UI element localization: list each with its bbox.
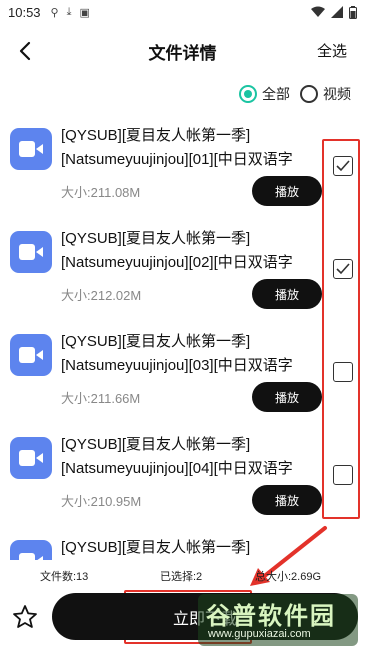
select-all-button[interactable]: 全选 — [317, 40, 347, 61]
video-file-icon — [10, 437, 52, 479]
filter-video-radio[interactable] — [300, 85, 318, 103]
file-name[interactable]: [QYSUB][夏目友人帐第一季] — [61, 536, 316, 560]
file-item-3: [QYSUB][夏目友人帐第一季] [Natsumeyuujinjou][03]… — [0, 326, 365, 426]
app-notification-icon: ▣ — [79, 6, 90, 19]
play-button[interactable]: 播放 — [252, 176, 322, 206]
file-name-line1: [QYSUB][夏目友人帐第一季] — [61, 230, 251, 247]
download-status-icon: ⤓ — [66, 5, 72, 18]
status-time: 10:53 — [8, 4, 41, 20]
video-camera-icon — [19, 141, 43, 157]
file-name[interactable]: [QYSUB][夏目友人帐第一季] [Natsumeyuujinjou][01]… — [61, 124, 316, 172]
file-size: 大小:211.08M — [61, 185, 141, 200]
favorite-button[interactable] — [10, 602, 40, 632]
file-item-5: [QYSUB][夏目友人帐第一季] — [0, 532, 365, 560]
selected-count: 已选择:2 — [160, 571, 203, 583]
video-camera-icon — [19, 347, 43, 363]
file-size: 大小:212.02M — [61, 288, 142, 303]
watermark-logo: 谷普软件园 www.gupuxiazai.com — [198, 594, 358, 646]
star-icon — [13, 605, 37, 628]
play-button[interactable]: 播放 — [252, 382, 322, 412]
file-name-line2: [Natsumeyuujinjou][03][中日双语字 — [61, 357, 293, 374]
video-file-icon — [10, 128, 52, 170]
filter-video-option[interactable]: 视频 — [300, 84, 351, 104]
wifi-icon — [311, 6, 325, 17]
usb-icon: ⚲ — [50, 6, 59, 19]
page-title: 文件详情 — [148, 44, 217, 63]
file-name-line1: [QYSUB][夏目友人帐第一季] — [61, 539, 251, 556]
filter-all-radio[interactable] — [239, 85, 257, 103]
file-item-2: [QYSUB][夏目友人帐第一季] [Natsumeyuujinjou][02]… — [0, 223, 365, 323]
file-size: 大小:211.66M — [61, 391, 141, 406]
file-item-4: [QYSUB][夏目友人帐第一季] [Natsumeyuujinjou][04]… — [0, 429, 365, 529]
video-file-icon — [10, 540, 52, 560]
file-name-line1: [QYSUB][夏目友人帐第一季] — [61, 127, 251, 144]
video-camera-icon — [19, 244, 43, 260]
file-name-line2: [Natsumeyuujinjou][01][中日双语字 — [61, 151, 293, 168]
video-camera-icon — [19, 553, 43, 560]
file-item-1: [QYSUB][夏目友人帐第一季] [Natsumeyuujinjou][01]… — [0, 120, 365, 220]
file-name-line1: [QYSUB][夏目友人帐第一季] — [61, 333, 251, 350]
file-count: 文件数:13 — [40, 571, 89, 583]
battery-icon — [349, 5, 357, 19]
system-icons — [311, 5, 357, 19]
filter-all-option[interactable]: 全部 — [239, 84, 290, 104]
play-button[interactable]: 播放 — [252, 279, 322, 309]
file-name[interactable]: [QYSUB][夏目友人帐第一季] [Natsumeyuujinjou][03]… — [61, 330, 316, 378]
file-name-line2: [Natsumeyuujinjou][02][中日双语字 — [61, 254, 293, 271]
watermark-text: 谷普软件园 — [206, 603, 336, 630]
video-file-icon — [10, 231, 52, 273]
selection-stats: 文件数:13 已选择:2 总大小:2.69G — [0, 566, 365, 586]
filter-all-label: 全部 — [262, 86, 290, 102]
video-camera-icon — [19, 450, 43, 466]
title-bar: 文件详情 全选 — [0, 28, 365, 72]
file-name-line2: [Natsumeyuujinjou][04][中日双语字 — [61, 460, 293, 477]
file-name-line1: [QYSUB][夏目友人帐第一季] — [61, 436, 251, 453]
total-size: 总大小:2.69G — [255, 571, 322, 583]
file-name[interactable]: [QYSUB][夏目友人帐第一季] [Natsumeyuujinjou][04]… — [61, 433, 316, 481]
file-type-filter: 全部 视频 — [239, 84, 351, 104]
watermark-url: www.gupuxiazai.com — [208, 628, 311, 640]
video-file-icon — [10, 334, 52, 376]
file-list: [QYSUB][夏目友人帐第一季] [Natsumeyuujinjou][01]… — [0, 120, 365, 560]
checkbox-highlight-box — [322, 139, 360, 519]
file-name[interactable]: [QYSUB][夏目友人帐第一季] [Natsumeyuujinjou][02]… — [61, 227, 316, 275]
signal-icon — [331, 6, 343, 18]
file-size: 大小:210.95M — [61, 494, 142, 509]
filter-video-label: 视频 — [323, 86, 351, 102]
status-bar: 10:53 ⚲ ⤓ ▣ — [0, 0, 365, 24]
notification-icons: ⚲ ⤓ ▣ — [51, 6, 90, 19]
play-button[interactable]: 播放 — [252, 485, 322, 515]
